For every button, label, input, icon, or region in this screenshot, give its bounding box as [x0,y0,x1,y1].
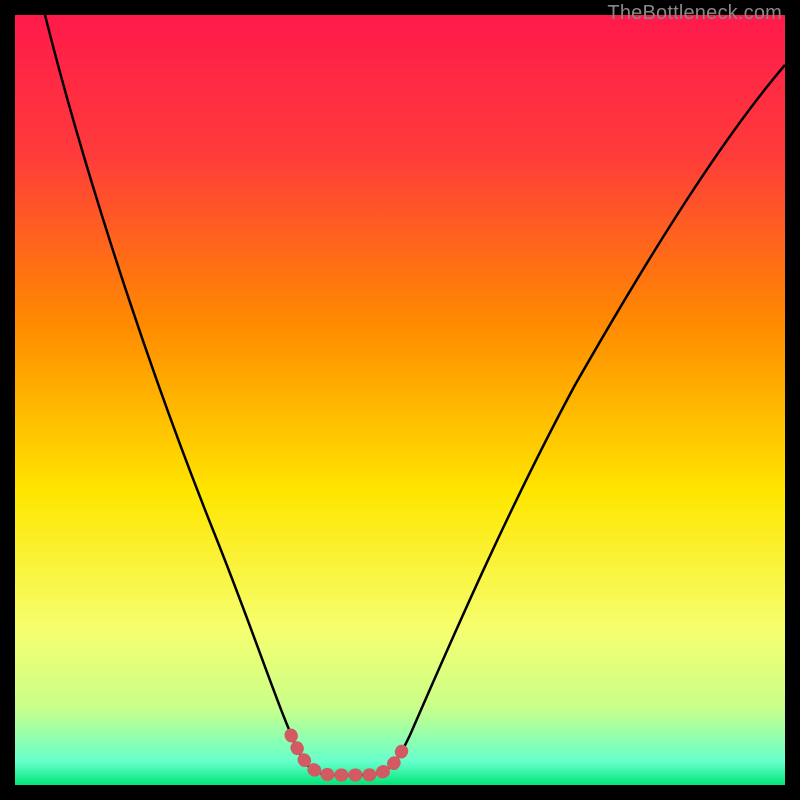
bottleneck-chart [15,15,785,785]
watermark-label: TheBottleneck.com [607,2,782,25]
plot-background [15,15,785,785]
chart-frame [15,15,785,785]
